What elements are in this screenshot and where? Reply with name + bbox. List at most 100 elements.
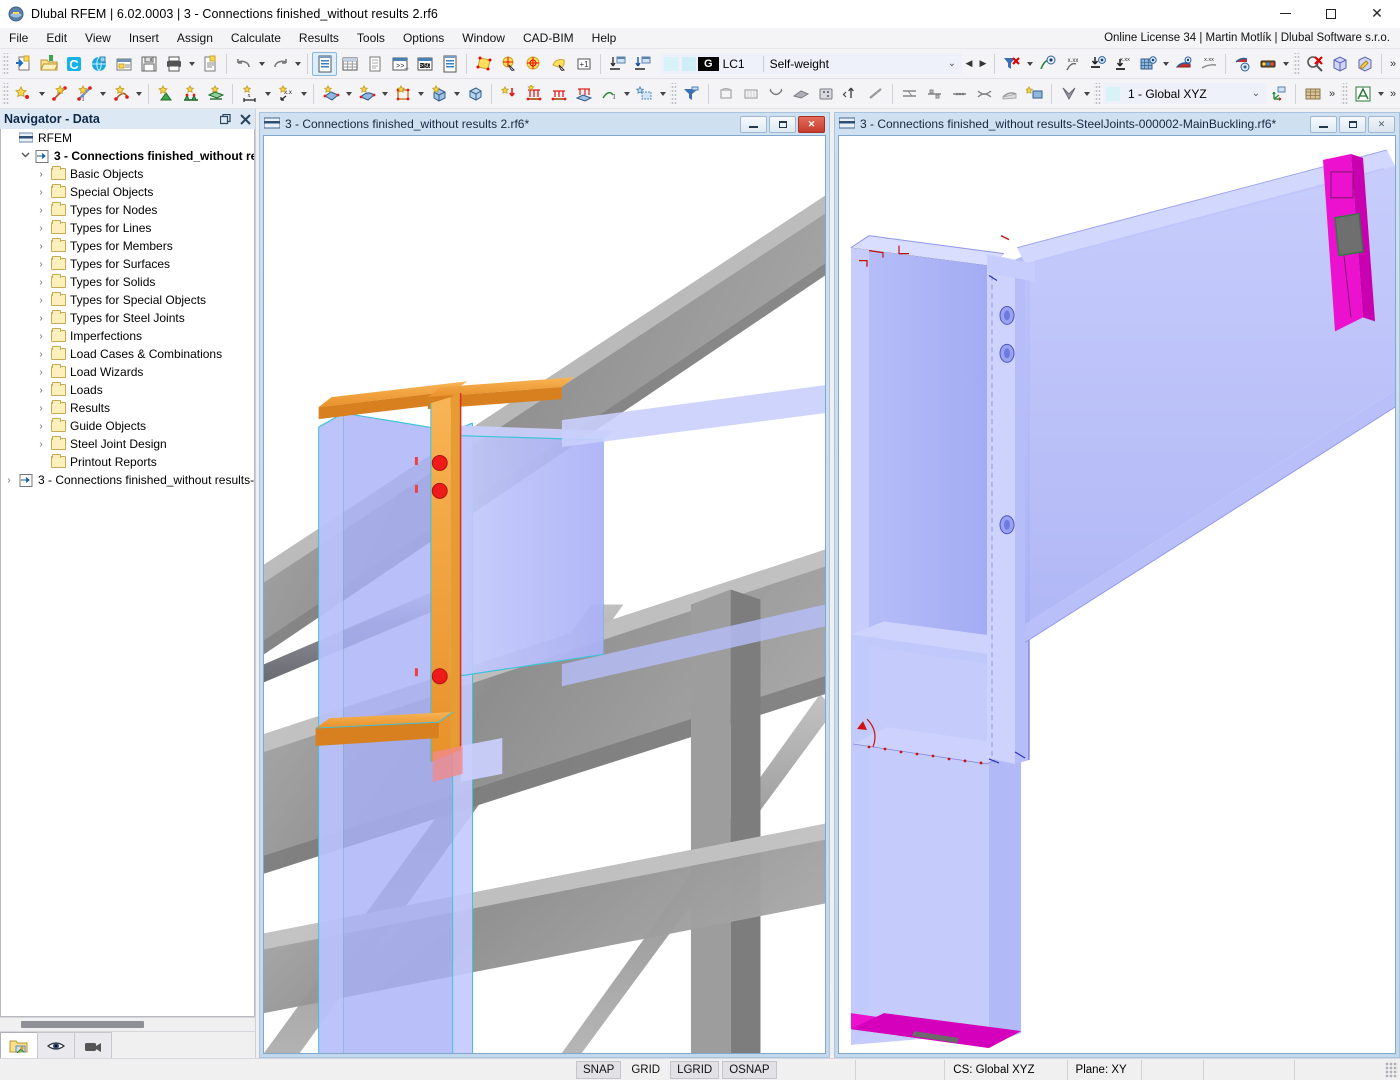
menu-help[interactable]: Help	[583, 28, 626, 49]
3d-scene-steel-joint-buckling[interactable]	[839, 136, 1395, 1053]
save-button[interactable]	[136, 52, 161, 76]
child-restore-button[interactable]	[1339, 116, 1366, 133]
select-objects-button[interactable]	[471, 52, 496, 76]
new-line-button[interactable]	[47, 82, 72, 106]
view-line-button[interactable]	[863, 82, 888, 106]
scrollbar-thumb[interactable]	[21, 1021, 144, 1028]
imperfection-dropdown-caret[interactable]	[657, 82, 668, 106]
script-console-button[interactable]: >SC	[412, 52, 437, 76]
surface-special-dropdown-caret[interactable]	[379, 82, 390, 106]
new-free-load-button[interactable]: I	[596, 82, 621, 106]
new-line-load-button[interactable]	[546, 82, 571, 106]
tree-item-types-for-surfaces[interactable]: ›Types for Surfaces	[1, 255, 254, 273]
rib-button[interactable]	[1022, 82, 1047, 106]
display-properties-button[interactable]	[1056, 82, 1081, 106]
model-window-left-titlebar[interactable]: 3 - Connections finished_without results…	[260, 113, 829, 135]
twisty-icon[interactable]: ›	[33, 313, 49, 324]
window-close-button[interactable]: ✕	[1354, 0, 1400, 28]
menu-tools[interactable]: Tools	[348, 28, 394, 49]
tree-item-guide-objects[interactable]: ›Guide Objects	[1, 417, 254, 435]
status-coordinate-system[interactable]: CS: Global XYZ	[945, 1060, 1067, 1080]
model-info-button[interactable]	[111, 52, 136, 76]
redo-button[interactable]	[267, 52, 292, 76]
dimension-dropdown-caret[interactable]	[262, 82, 273, 106]
tree-item-printout-reports[interactable]: Printout Reports	[1, 453, 254, 471]
twisty-icon[interactable]: ›	[33, 421, 49, 432]
new-imperfection-button[interactable]	[632, 82, 657, 106]
new-surface-load-button[interactable]	[571, 82, 596, 106]
view-perspective-button[interactable]	[763, 82, 788, 106]
result-settings-button[interactable]	[1230, 52, 1255, 76]
child-minimize-button[interactable]	[1310, 116, 1337, 133]
tree-item-imperfections[interactable]: ›Imperfections	[1, 327, 254, 345]
next-load-case-button[interactable]: ▶	[976, 52, 990, 76]
surfaces-results-dropdown-caret[interactable]	[1160, 52, 1171, 76]
view-cube-button[interactable]	[813, 82, 838, 106]
render-solid-button[interactable]	[1327, 52, 1352, 76]
new-model-button[interactable]	[11, 52, 36, 76]
twisty-icon[interactable]	[17, 150, 33, 162]
lgrid-toggle-button[interactable]: LGRID	[670, 1061, 719, 1079]
twisty-icon[interactable]: ›	[33, 295, 49, 306]
toolbar2-overflow-button[interactable]: »	[1325, 88, 1339, 100]
3d-scene-steel-connection[interactable]	[264, 136, 825, 1053]
twisty-icon[interactable]: ›	[33, 169, 49, 180]
new-nodal-support-button[interactable]	[153, 82, 178, 106]
table-toggle-button[interactable]	[337, 52, 362, 76]
tree-item-loads[interactable]: ›Loads	[1, 381, 254, 399]
export-button[interactable]	[630, 52, 655, 76]
show-deformation-button[interactable]	[1035, 52, 1060, 76]
tree-item-load-wizards[interactable]: ›Load Wizards	[1, 363, 254, 381]
model-viewport-right[interactable]	[838, 135, 1396, 1054]
chevron-down-icon[interactable]: ⌄	[943, 58, 961, 69]
menu-options[interactable]: Options	[394, 28, 453, 49]
load-case-combo[interactable]: G LC1 Self-weight ⌄	[661, 53, 962, 74]
osnap-toggle-button[interactable]: OSNAP	[722, 1061, 776, 1079]
select-by-click-button[interactable]	[496, 52, 521, 76]
twisty-icon[interactable]: ›	[33, 349, 49, 360]
coordinate-label-dropdown-caret[interactable]	[298, 82, 309, 106]
undo-dropdown-caret[interactable]	[256, 52, 267, 76]
twisty-icon[interactable]: ›	[33, 367, 49, 378]
grid-toggle-button[interactable]: GRID	[624, 1061, 667, 1079]
new-nodal-load-button[interactable]	[496, 82, 521, 106]
twisty-icon[interactable]: ›	[33, 403, 49, 414]
model-window-left[interactable]: 3 - Connections finished_without results…	[259, 112, 830, 1058]
steel-design-dropdown-caret[interactable]	[1375, 82, 1386, 106]
tree-item-special-objects[interactable]: ›Special Objects	[1, 183, 254, 201]
new-surface-button[interactable]	[318, 82, 343, 106]
new-surface-special-button[interactable]	[354, 82, 379, 106]
model-window-right[interactable]: 3 - Connections finished_without results…	[834, 112, 1400, 1058]
filter-results-button[interactable]	[999, 52, 1024, 76]
display-navigator-tab[interactable]	[37, 1032, 75, 1058]
toolbar2-grip[interactable]	[2, 83, 9, 105]
member-dropdown-caret[interactable]	[97, 82, 108, 106]
command-console-button[interactable]: >>_	[387, 52, 412, 76]
printout-report-button[interactable]	[197, 52, 222, 76]
menu-file[interactable]: File	[0, 28, 37, 49]
close-panel-icon[interactable]	[235, 110, 255, 128]
model-viewport-left[interactable]	[263, 135, 826, 1054]
twisty-icon[interactable]: ›	[33, 259, 49, 270]
new-member-load-button[interactable]	[521, 82, 546, 106]
undo-button[interactable]	[231, 52, 256, 76]
previous-load-case-button[interactable]: ◀	[962, 52, 976, 76]
tree-item-load-cases-combinations[interactable]: ›Load Cases & Combinations	[1, 345, 254, 363]
menu-results[interactable]: Results	[290, 28, 348, 49]
support-values-button[interactable]: x.xx	[1110, 52, 1135, 76]
menu-edit[interactable]: Edit	[37, 28, 76, 49]
view-front-button[interactable]	[713, 82, 738, 106]
resize-grip[interactable]	[1385, 1062, 1398, 1078]
navigator-horizontal-scrollbar[interactable]	[0, 1017, 255, 1031]
toolbar2-grip-4[interactable]	[1341, 83, 1348, 105]
tables-list-button[interactable]	[362, 52, 387, 76]
tree-item-basic-objects[interactable]: ›Basic Objects	[1, 165, 254, 183]
menu-insert[interactable]: Insert	[120, 28, 168, 49]
member-result-button[interactable]	[997, 82, 1022, 106]
tree-item-types-for-nodes[interactable]: ›Types for Nodes	[1, 201, 254, 219]
node-dropdown-caret[interactable]	[36, 82, 47, 106]
snap-toggle-button[interactable]: SNAP	[576, 1061, 621, 1079]
tree-item-results[interactable]: ›Results	[1, 399, 254, 417]
redo-dropdown-caret[interactable]	[292, 52, 303, 76]
view-rotate-button[interactable]	[838, 82, 863, 106]
